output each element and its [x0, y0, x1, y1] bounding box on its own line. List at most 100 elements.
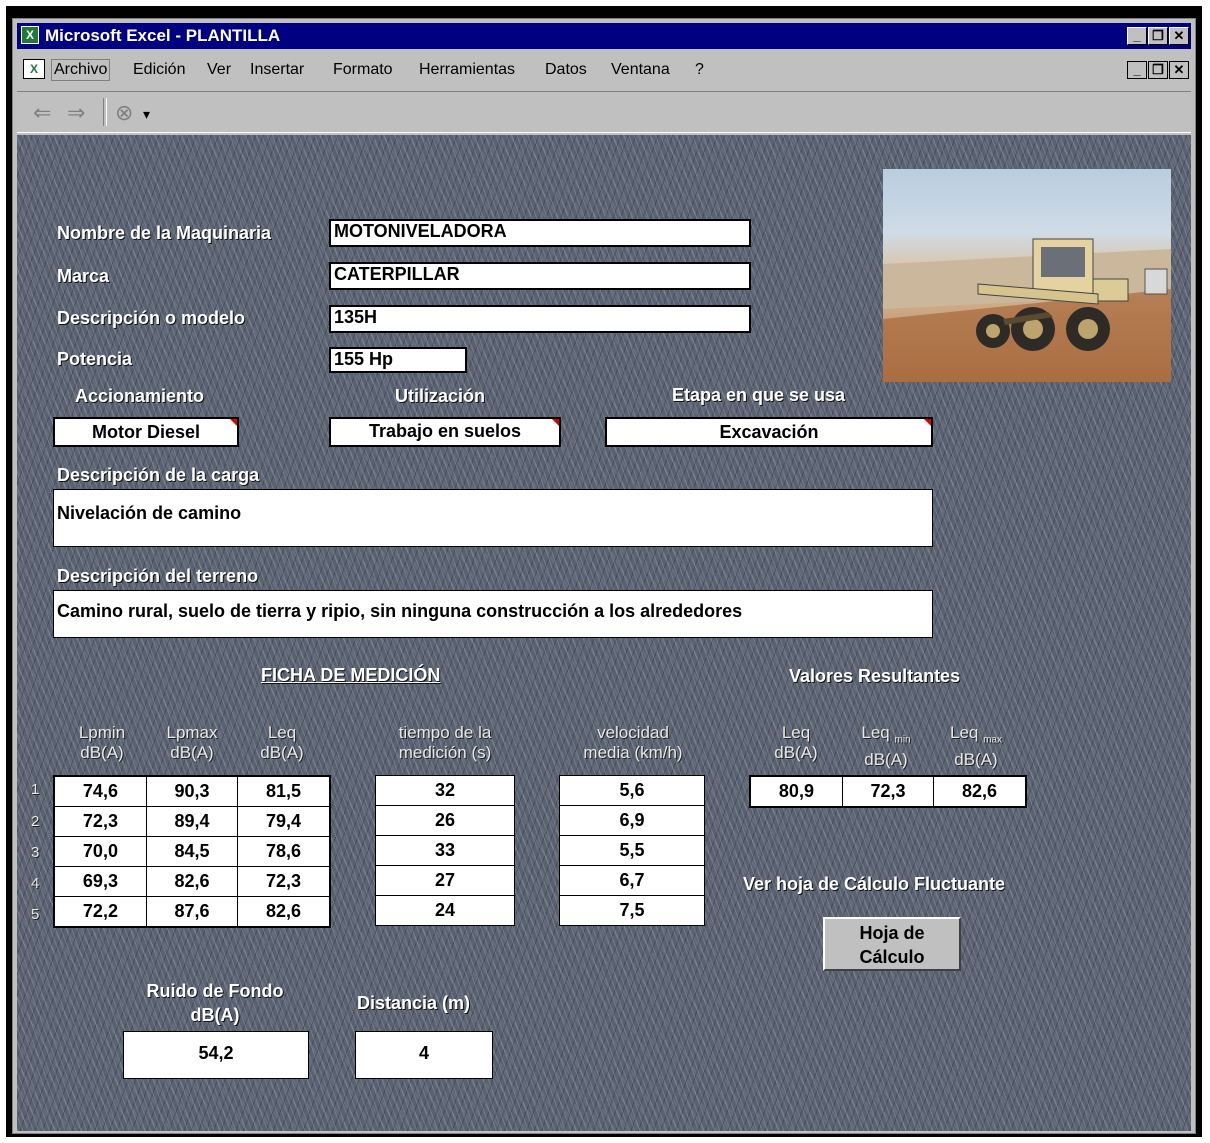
menu-formato[interactable]: Formato	[333, 61, 393, 79]
table-cell[interactable]: 72,3	[53, 806, 147, 837]
result-leqmax-cell[interactable]: 82,6	[933, 775, 1027, 808]
table-row: 5,5	[559, 835, 705, 866]
forward-arrow-icon[interactable]: ⇒	[67, 100, 85, 126]
nombre-label: Nombre de la Maquinaria	[57, 223, 272, 243]
table-cell[interactable]: 32	[375, 775, 515, 806]
table-cell[interactable]: 74,6	[53, 775, 147, 807]
result-leqmin-cell[interactable]: 72,3	[841, 775, 935, 808]
back-arrow-icon[interactable]: ⇐	[33, 100, 51, 126]
marca-field[interactable]: CATERPILLAR	[329, 262, 751, 290]
doc-close-button[interactable]: ✕	[1169, 61, 1189, 79]
menu-datos[interactable]: Datos	[545, 61, 587, 79]
table-row: 74,6 90,3 81,5	[53, 775, 331, 807]
menu-edicion[interactable]: Edición	[133, 61, 185, 79]
table-cell[interactable]: 87,6	[145, 896, 239, 928]
workbook-icon[interactable]: X	[23, 59, 45, 79]
menu-help[interactable]: ?	[695, 61, 704, 79]
table-cell[interactable]: 78,6	[237, 836, 331, 867]
doc-restore-button[interactable]: ❐	[1148, 61, 1168, 79]
table-cell[interactable]: 5,5	[559, 835, 705, 866]
dropdown-arrow-icon[interactable]: ▾	[143, 106, 150, 123]
table-cell[interactable]: 69,3	[53, 866, 147, 897]
title-bar: X Microsoft Excel - PLANTILLA _ ❐ ✕	[17, 23, 1191, 49]
row-number: 3	[31, 844, 40, 861]
modelo-field[interactable]: 135H	[329, 305, 751, 333]
terreno-field[interactable]: Camino rural, suelo de tierra y ripio, s…	[53, 590, 933, 638]
carga-field[interactable]: Nivelación de camino	[53, 489, 933, 547]
potencia-field[interactable]: 155 Hp	[329, 347, 467, 373]
carga-label: Descripción de la carga	[57, 465, 260, 485]
table-cell[interactable]: 72,2	[53, 896, 147, 928]
table-cell[interactable]: 6,9	[559, 805, 705, 836]
menu-herramientas[interactable]: Herramientas	[419, 61, 515, 79]
table-row: 6,9	[559, 805, 705, 836]
hoja-calculo-button[interactable]: Hoja de Cálculo	[823, 917, 961, 971]
distancia-field[interactable]: 4	[355, 1031, 493, 1079]
worksheet-area: Nombre de la Maquinaria MOTONIVELADORA M…	[17, 135, 1191, 1131]
stop-icon[interactable]: ⊗	[115, 100, 133, 126]
potencia-label: Potencia	[57, 349, 133, 369]
close-button[interactable]: ✕	[1169, 27, 1189, 45]
web-toolbar: ⇐ ⇒ ⊗ ▾	[17, 91, 1191, 133]
button-line: Cálculo	[859, 947, 925, 967]
fluctuante-label: Ver hoja de Cálculo Fluctuante	[743, 874, 1006, 894]
nombre-field[interactable]: MOTONIVELADORA	[329, 219, 751, 247]
etapa-dropdown[interactable]: Excavación	[605, 417, 933, 447]
col-header-res-leqmin: Leq min dB(A)	[861, 723, 911, 770]
table-cell[interactable]: 24	[375, 895, 515, 926]
row-number: 1	[31, 781, 40, 798]
table-cell[interactable]: 90,3	[145, 775, 239, 807]
utilizacion-dropdown[interactable]: Trabajo en suelos	[329, 417, 561, 447]
minimize-button[interactable]: _	[1127, 27, 1147, 45]
table-cell[interactable]: 6,7	[559, 865, 705, 896]
window-title: Microsoft Excel - PLANTILLA	[45, 26, 281, 45]
col-header-res-leqmax: Leq max dB(A)	[949, 723, 1002, 770]
table-cell[interactable]: 33	[375, 835, 515, 866]
accionamiento-dropdown[interactable]: Motor Diesel	[53, 417, 239, 447]
table-cell[interactable]: 7,5	[559, 895, 705, 926]
table-cell[interactable]: 84,5	[145, 836, 239, 867]
utilizacion-label: Utilización	[395, 386, 486, 406]
table-row: 33	[375, 835, 515, 866]
excel-window: X Microsoft Excel - PLANTILLA _ ❐ ✕ X Ar…	[12, 18, 1196, 1134]
menu-bar: X Archivo Edición Ver Insertar Formato H…	[17, 57, 1191, 85]
ruido-fondo-field[interactable]: 54,2	[123, 1031, 309, 1079]
button-line: Hoja de	[859, 923, 925, 943]
restore-button[interactable]: ❐	[1148, 27, 1168, 45]
col-header-tiempo: tiempo de la medición (s)	[398, 723, 492, 762]
table-cell[interactable]: 82,6	[237, 896, 331, 928]
table-cell[interactable]: 5,6	[559, 775, 705, 806]
toolbar-separator	[103, 98, 107, 126]
table-row: 70,0 84,5 78,6	[53, 836, 331, 867]
menu-ver[interactable]: Ver	[207, 61, 231, 79]
levels-table: 74,6 90,3 81,5 72,3 89,4 79,4 70,0 84,5 …	[53, 775, 331, 928]
comment-indicator	[230, 419, 237, 426]
table-cell[interactable]: 70,0	[53, 836, 147, 867]
etapa-label: Etapa en que se usa	[672, 385, 846, 405]
table-cell[interactable]: 89,4	[145, 806, 239, 837]
menu-archivo[interactable]: Archivo	[51, 59, 111, 81]
tiempo-table: 32 26 33 27 24	[375, 775, 515, 926]
velocidad-table: 5,6 6,9 5,5 6,7 7,5	[559, 775, 705, 926]
table-cell[interactable]: 27	[375, 865, 515, 896]
accionamiento-value: Motor Diesel	[91, 422, 201, 442]
table-cell[interactable]: 81,5	[237, 775, 331, 807]
table-row: 7,5	[559, 895, 705, 926]
table-cell[interactable]: 26	[375, 805, 515, 836]
accionamiento-label: Accionamiento	[75, 386, 205, 406]
result-leq-cell[interactable]: 80,9	[749, 775, 843, 808]
comment-indicator	[552, 419, 559, 426]
table-cell[interactable]: 82,6	[145, 866, 239, 897]
table-row: 27	[375, 865, 515, 896]
table-cell[interactable]: 79,4	[237, 806, 331, 837]
table-cell[interactable]: 72,3	[237, 866, 331, 897]
row-number: 4	[31, 875, 40, 892]
comment-indicator	[924, 419, 931, 426]
menu-insertar[interactable]: Insertar	[250, 61, 304, 79]
marca-label: Marca	[57, 266, 110, 286]
table-row: 72,2 87,6 82,6	[53, 896, 331, 928]
menu-ventana[interactable]: Ventana	[611, 61, 670, 79]
doc-minimize-button[interactable]: _	[1127, 61, 1147, 79]
table-row: 32	[375, 775, 515, 806]
table-row: 24	[375, 895, 515, 926]
